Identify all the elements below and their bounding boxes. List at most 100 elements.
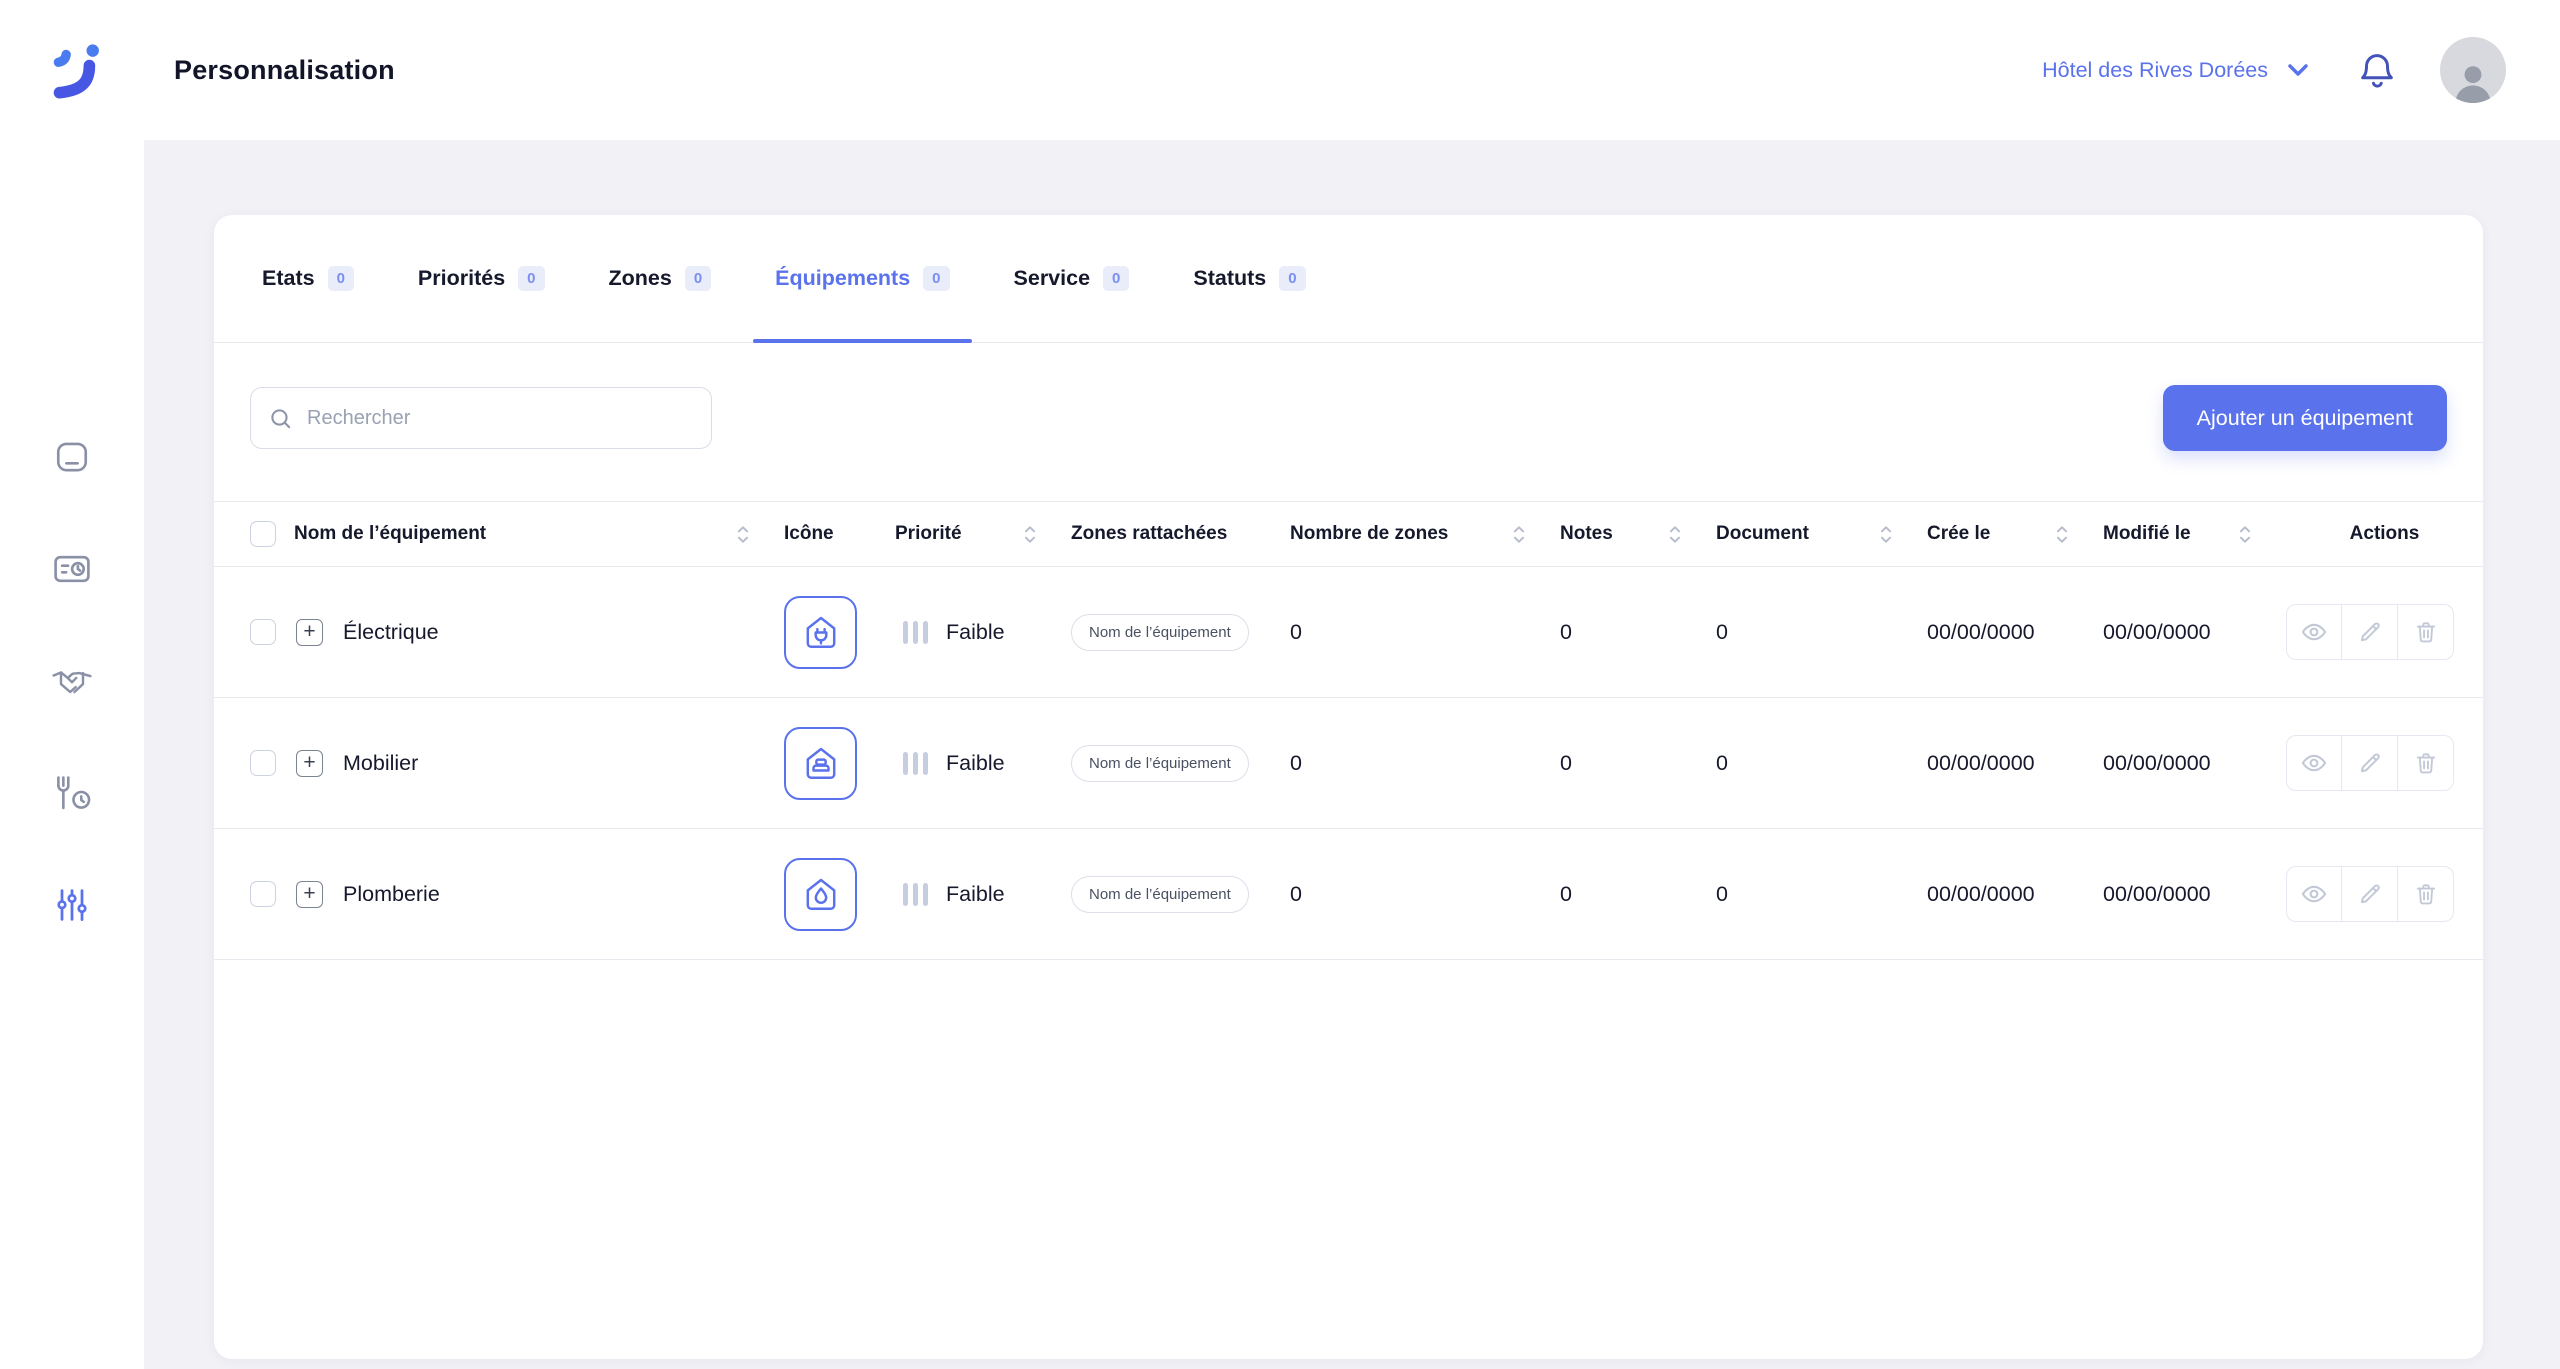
equipment-icon[interactable]: [784, 595, 857, 669]
zones-cell: Nom de l’équipement: [1071, 744, 1290, 782]
priority-cell: Faible: [895, 882, 1071, 907]
zones-count-cell: 0: [1290, 881, 1302, 906]
tab-etats[interactable]: Etats 0: [240, 215, 376, 342]
notifications-button[interactable]: [2356, 49, 2398, 91]
equipment-icon-cell: [784, 726, 895, 800]
equipment-name-cell: + Électrique: [214, 618, 784, 646]
search-box: [250, 387, 712, 449]
sort-icon[interactable]: [1668, 524, 1682, 545]
column-label: Nombre de zones: [1290, 523, 1449, 544]
sidebar-item-personnalisation[interactable]: [44, 877, 100, 933]
column-header[interactable]: Crée le: [1927, 502, 2103, 566]
tab-label: Priorités: [417, 266, 506, 290]
equipment-table: Nom de l’équipement Icône Priorité Zones ra…: [214, 501, 2483, 1359]
search-input[interactable]: [250, 387, 712, 449]
column-header[interactable]: Document: [1716, 502, 1927, 566]
delete-button[interactable]: [2398, 866, 2454, 922]
fork-clock-icon: [57, 776, 91, 810]
table-row: + Plomberie Faible Nom de l’équipement 0…: [214, 829, 2483, 960]
sidebar-item-reservations[interactable]: [44, 541, 100, 597]
row-checkbox[interactable]: [250, 619, 276, 645]
view-button[interactable]: [2286, 866, 2342, 922]
equipment-name: Électrique: [343, 619, 439, 644]
priority-cell: Faible: [895, 751, 1071, 776]
app-root: Personnalisation Hôtel des Rives Dorées: [0, 0, 2560, 1369]
edit-button[interactable]: [2342, 604, 2398, 660]
sort-icon[interactable]: [736, 524, 750, 545]
avatar[interactable]: [2440, 37, 2506, 103]
created-date-cell: 00/00/0000: [1927, 881, 2035, 906]
delete-button[interactable]: [2398, 735, 2454, 791]
sort-icon[interactable]: [2055, 524, 2069, 545]
view-button[interactable]: [2286, 735, 2342, 791]
sort-icon[interactable]: [2238, 524, 2252, 545]
sort-icon[interactable]: [1023, 524, 1037, 545]
column-label: Document: [1716, 523, 1809, 544]
column-label: Zones rattachées: [1071, 523, 1228, 544]
tab-priorités[interactable]: Priorités 0: [396, 215, 567, 342]
priority-indicator-icon: [903, 882, 928, 906]
row-actions: [2286, 604, 2454, 660]
column-header: Actions: [2286, 502, 2483, 566]
modified-date-cell: 00/00/0000: [2103, 750, 2211, 775]
equipment-name: Mobilier: [343, 750, 419, 775]
sort-icon[interactable]: [1879, 524, 1893, 545]
column-header[interactable]: Notes: [1560, 502, 1716, 566]
tab-zones[interactable]: Zones 0: [587, 215, 734, 342]
notes-count-cell: 0: [1560, 750, 1572, 775]
actions-cell: [2286, 866, 2483, 922]
tab-équipements[interactable]: Équipements 0: [753, 215, 972, 343]
column-header[interactable]: Modifié le: [2103, 502, 2286, 566]
edit-button[interactable]: [2342, 866, 2398, 922]
home-icon: [56, 442, 88, 472]
edit-button[interactable]: [2342, 735, 2398, 791]
zones-count-cell: 0: [1290, 750, 1302, 775]
sort-icon[interactable]: [1512, 524, 1526, 545]
tab-label: Équipements: [775, 266, 911, 290]
expand-row-button[interactable]: +: [296, 880, 323, 908]
column-header[interactable]: Nom de l’équipement: [214, 502, 784, 566]
column-label: Nom de l’équipement: [294, 523, 487, 544]
documents-count-cell: 0: [1716, 619, 1728, 644]
handshake-icon: [52, 671, 92, 694]
column-header[interactable]: Priorité: [895, 502, 1071, 566]
expand-row-button[interactable]: +: [296, 618, 323, 646]
select-all-checkbox[interactable]: [250, 521, 276, 547]
equipment-icon[interactable]: [784, 726, 857, 800]
row-checkbox[interactable]: [250, 881, 276, 907]
tab-label: Zones: [608, 266, 672, 290]
hotel-selector[interactable]: Hôtel des Rives Dorées: [2042, 54, 2314, 86]
sidebar-item-service[interactable]: [44, 765, 100, 821]
tab-label: Service: [1013, 266, 1091, 290]
equipment-icon[interactable]: [784, 857, 857, 931]
app-logo[interactable]: [42, 37, 108, 103]
tab-count-badge: 0: [1103, 265, 1130, 292]
tab-statuts[interactable]: Statuts 0: [1171, 215, 1327, 342]
delete-button[interactable]: [2398, 604, 2454, 660]
column-header[interactable]: Nombre de zones: [1290, 502, 1560, 566]
row-checkbox[interactable]: [250, 750, 276, 776]
priority-cell: Faible: [895, 620, 1071, 645]
equipment-icon-cell: [784, 595, 895, 669]
eye-icon: [2301, 885, 2327, 903]
pencil-icon: [2360, 622, 2380, 642]
tab-count-badge: 0: [327, 265, 354, 292]
view-button[interactable]: [2286, 604, 2342, 660]
sidebar-item-partners[interactable]: [44, 653, 100, 709]
hotel-selector-label: Hôtel des Rives Dorées: [2042, 57, 2268, 82]
expand-row-button[interactable]: +: [296, 749, 323, 777]
trash-icon: [2416, 753, 2435, 774]
priority-label: Faible: [946, 881, 1005, 906]
zones-count-cell: 0: [1290, 619, 1302, 644]
column-label: Crée le: [1927, 523, 1991, 544]
tab-service[interactable]: Service 0: [992, 215, 1152, 342]
table-row: + Mobilier Faible Nom de l’équipement 0 …: [214, 698, 2483, 829]
column-label: Notes: [1560, 523, 1613, 544]
trash-icon: [2416, 622, 2435, 643]
column-label: Priorité: [895, 523, 962, 544]
add-equipment-button[interactable]: Ajouter un équipement: [2162, 385, 2447, 451]
documents-count-cell: 0: [1716, 750, 1728, 775]
sidebar-item-home[interactable]: [44, 429, 100, 485]
equipment-name: Plomberie: [343, 881, 440, 906]
tab-count-badge: 0: [923, 265, 950, 292]
